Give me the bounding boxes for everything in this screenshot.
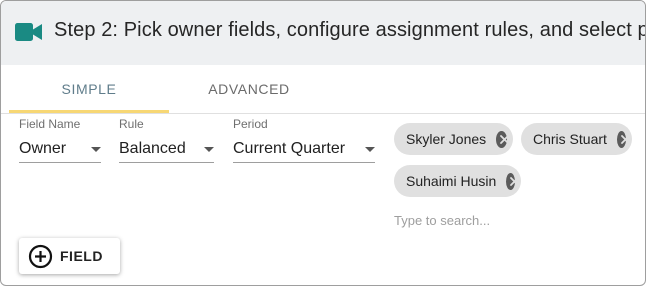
owner-chip[interactable]: Chris Stuart bbox=[521, 123, 632, 155]
chip-label: Chris Stuart bbox=[533, 131, 607, 147]
period-value: Current Quarter bbox=[233, 140, 346, 157]
remove-chip-icon[interactable] bbox=[496, 130, 510, 148]
rule-label: Rule bbox=[119, 117, 144, 131]
field-name-value: Owner bbox=[19, 140, 67, 157]
tab-advanced[interactable]: ADVANCED bbox=[169, 65, 329, 113]
dropdown-caret-icon bbox=[365, 147, 375, 152]
step-panel: Step 2: Pick owner fields, configure ass… bbox=[0, 0, 646, 286]
tab-bar: SIMPLE ADVANCED bbox=[1, 65, 645, 114]
add-field-label: FIELD bbox=[60, 248, 103, 264]
chip-label: Skyler Jones bbox=[406, 131, 487, 147]
owner-chip[interactable]: Suhaimi Husin bbox=[394, 165, 521, 197]
owner-chip[interactable]: Skyler Jones bbox=[394, 123, 513, 155]
period-label: Period bbox=[233, 117, 268, 131]
page-title: Step 2: Pick owner fields, configure ass… bbox=[54, 19, 646, 41]
add-circle-icon bbox=[28, 244, 53, 269]
tab-simple[interactable]: SIMPLE bbox=[9, 65, 169, 113]
field-name-select[interactable]: Owner bbox=[19, 137, 101, 163]
add-field-button[interactable]: FIELD bbox=[19, 238, 120, 274]
field-name-label: Field Name bbox=[19, 117, 81, 131]
remove-chip-icon[interactable] bbox=[506, 172, 520, 190]
active-tab-indicator bbox=[9, 110, 169, 113]
dropdown-caret-icon bbox=[204, 147, 214, 152]
chip-label: Suhaimi Husin bbox=[406, 173, 497, 189]
rule-value: Balanced bbox=[119, 140, 186, 157]
step-header: Step 2: Pick owner fields, configure ass… bbox=[1, 1, 646, 65]
video-camera-icon bbox=[15, 23, 42, 41]
search-input[interactable] bbox=[394, 209, 624, 231]
remove-chip-icon[interactable] bbox=[616, 130, 630, 148]
dropdown-caret-icon bbox=[91, 147, 101, 152]
rule-select[interactable]: Balanced bbox=[119, 137, 214, 163]
period-select[interactable]: Current Quarter bbox=[233, 137, 375, 163]
